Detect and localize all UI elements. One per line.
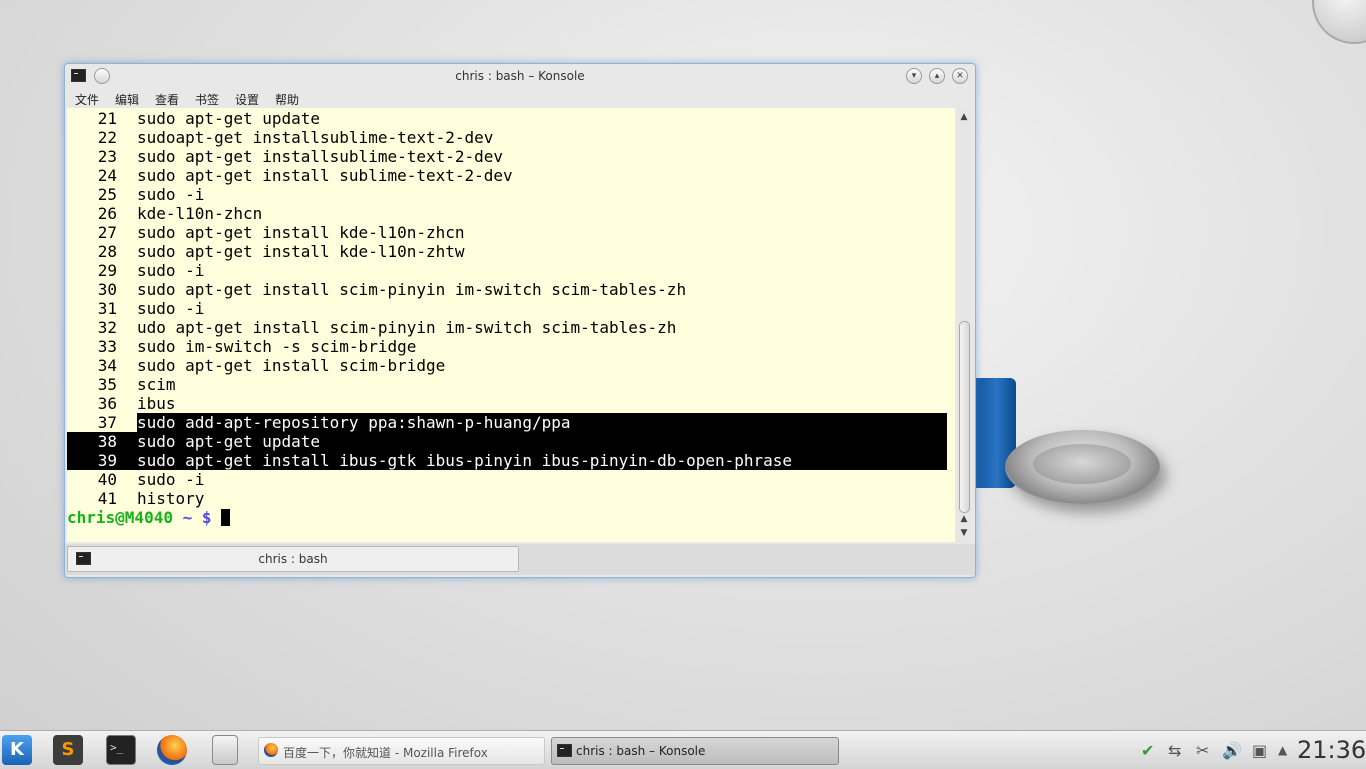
menu-view[interactable]: 查看 xyxy=(155,91,179,108)
menu-settings[interactable]: 设置 xyxy=(235,91,259,108)
history-line: 24 sudo apt-get install sublime-text-2-de… xyxy=(97,166,513,185)
history-line-selected: 37 sudo add-apt-repository ppa:shawn-p-hu… xyxy=(97,413,571,432)
history-line: 25 sudo -i xyxy=(97,185,205,204)
history-line: 32 udo apt-get install scim-pinyin im-swi… xyxy=(97,318,677,337)
history-line: 33 sudo im-switch -s scim-bridge xyxy=(97,337,417,356)
file-manager-icon[interactable] xyxy=(212,735,238,765)
desktop-widget-corner xyxy=(1312,0,1366,44)
minimize-button[interactable]: ▾ xyxy=(906,68,922,84)
menubar: 文件 编辑 查看 书签 设置 帮助 xyxy=(65,88,975,108)
konsole-task-icon xyxy=(557,744,572,757)
task-label: 百度一下，你就知道 - Mozilla Firefox xyxy=(283,746,488,760)
clock[interactable]: 21:36 xyxy=(1297,736,1366,764)
prompt-path: ~ $ xyxy=(182,508,212,527)
menu-bookmarks[interactable]: 书签 xyxy=(195,91,219,108)
history-line: 40 sudo -i xyxy=(97,470,205,489)
history-line: 41 history xyxy=(97,489,205,508)
history-line: 31 sudo -i xyxy=(97,299,205,318)
network-icon[interactable]: ⇆ xyxy=(1168,741,1181,760)
history-line: 35 scim xyxy=(97,375,176,394)
terminal-area[interactable]: 21 sudo apt-get update 22 sudoapt-get inst… xyxy=(67,108,955,542)
scrollbar-thumb[interactable] xyxy=(959,321,970,513)
wallpaper-disk-shape xyxy=(1005,430,1160,504)
history-line-selected: 39 sudo apt-get install ibus-gtk ibus-pin… xyxy=(97,451,793,470)
tab-label: chris : bash xyxy=(258,552,328,566)
history-line: 27 sudo apt-get install kde-l10n-zhcn xyxy=(97,223,465,242)
history-line: 29 sudo -i xyxy=(97,261,205,280)
close-button[interactable]: ✕ xyxy=(952,68,968,84)
window-title: chris : bash – Konsole xyxy=(455,69,585,83)
sublime-text-icon[interactable]: S xyxy=(53,735,83,765)
klipper-scissors-icon[interactable]: ✂ xyxy=(1196,741,1209,760)
task-firefox[interactable]: 百度一下，你就知道 - Mozilla Firefox xyxy=(258,737,545,765)
firefox-icon[interactable] xyxy=(157,735,187,765)
history-line: 34 sudo apt-get install scim-bridge xyxy=(97,356,446,375)
tray-expand-arrow-icon[interactable]: ▲ xyxy=(1278,743,1287,757)
scroll-down-arrow-icon[interactable]: ▲ xyxy=(957,512,971,526)
firefox-task-icon xyxy=(264,743,278,757)
menu-edit[interactable]: 编辑 xyxy=(115,91,139,108)
task-label: chris : bash – Konsole xyxy=(576,744,706,758)
konsole-icon[interactable] xyxy=(106,735,136,765)
volume-icon[interactable]: 🔊 xyxy=(1222,741,1242,760)
scroll-up-arrow-icon[interactable]: ▲ xyxy=(957,110,971,124)
update-check-icon[interactable]: ✔ xyxy=(1141,741,1154,760)
tab-chris-bash[interactable]: chris : bash xyxy=(67,546,519,572)
history-line: 23 sudo apt-get installsublime-text-2-dev xyxy=(97,147,504,166)
kde-menu-icon[interactable]: K xyxy=(2,735,32,765)
device-notifier-icon[interactable]: ▣ xyxy=(1252,741,1267,760)
text-cursor xyxy=(221,509,231,526)
shell-prompt[interactable]: chris@M4040 ~ $ xyxy=(67,508,947,527)
menu-file[interactable]: 文件 xyxy=(75,91,99,108)
konsole-window: chris : bash – Konsole ▾ ▴ ✕ 文件 编辑 查看 书签… xyxy=(64,63,976,578)
history-line: 28 sudo apt-get install kde-l10n-zhtw xyxy=(97,242,465,261)
maximize-button[interactable]: ▴ xyxy=(929,68,945,84)
terminal-scrollbar[interactable]: ▲ ▲ ▼ xyxy=(957,108,971,542)
taskbar: K S 百度一下，你就知道 - Mozilla Firefox chris : … xyxy=(0,730,1366,769)
history-line: 36 ibus xyxy=(97,394,176,413)
history-line: 30 sudo apt-get install scim-pinyin im-sw… xyxy=(97,280,687,299)
history-line: 22 sudoapt-get installsublime-text-2-dev xyxy=(97,128,494,147)
history-line-selected: 38 sudo apt-get update xyxy=(97,432,321,451)
tab-bar: chris : bash xyxy=(65,544,975,575)
task-konsole[interactable]: chris : bash – Konsole xyxy=(551,737,839,765)
window-titlebar[interactable]: chris : bash – Konsole ▾ ▴ ✕ xyxy=(65,64,975,88)
scroll-down-arrow-icon[interactable]: ▼ xyxy=(957,526,971,540)
history-line: 26 kde-l10n-zhcn xyxy=(97,204,263,223)
menu-help[interactable]: 帮助 xyxy=(275,91,299,108)
prompt-user: chris@M4040 xyxy=(67,508,173,527)
history-line: 21 sudo apt-get update xyxy=(97,109,321,128)
